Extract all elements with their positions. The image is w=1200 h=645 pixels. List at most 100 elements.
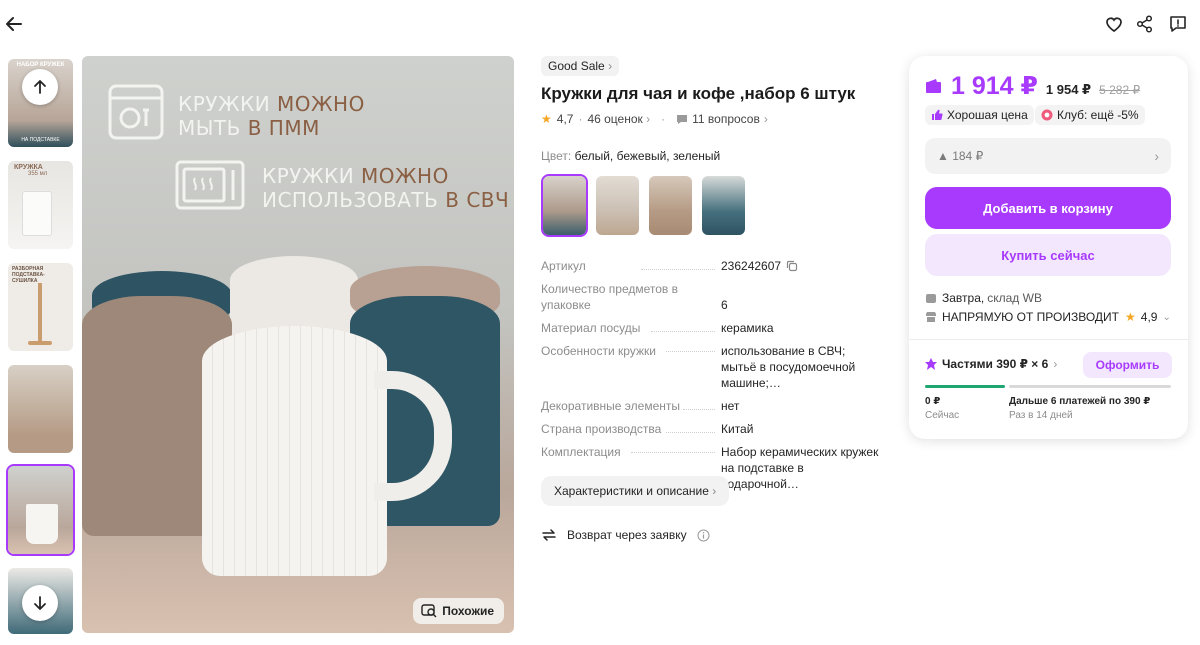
spec-row: Артикул 236242607 <box>541 258 886 274</box>
color-swatch-3[interactable] <box>647 174 694 237</box>
star-icon: ★ <box>541 112 552 126</box>
questions-link[interactable]: 11 вопросов › <box>676 112 768 126</box>
pay-now-amount: 0 ₽ <box>925 396 941 407</box>
color-label-row: Цвет: белый, бежевый, зеленый <box>541 149 720 163</box>
back-button[interactable] <box>0 10 28 38</box>
progress-bar-now <box>925 385 1005 388</box>
dishwasher-icon <box>108 84 164 140</box>
thumbnail-sub: НА ПОДСТАВКЕ <box>21 137 60 143</box>
spec-value: 236242607 <box>721 259 782 273</box>
color-swatch-2[interactable] <box>594 174 641 237</box>
brand-name: Good Sale <box>548 59 605 73</box>
spec-row: Особенности кружки использование в СВЧ; … <box>541 343 886 391</box>
specs-list: Артикул 236242607 Количество предметов в… <box>541 258 886 499</box>
spec-key: Материал посуды <box>541 321 641 335</box>
pay-later-amount: Дальше 6 платежей по 390 ₽ <box>1009 396 1151 407</box>
club-badge[interactable]: Клуб: ещё -5% <box>1035 105 1145 125</box>
chevron-right-icon: › <box>608 59 613 73</box>
promo-dishwasher-text: КРУЖКИ МОЖНО МЫТЬ В ПММ <box>178 92 365 140</box>
discount-row[interactable]: ▲ 184 ₽ › <box>925 138 1171 174</box>
spec-value: использование в СВЧ; мытьё в посудомоечн… <box>721 344 856 390</box>
delivery-info: Завтра, склад WB <box>925 291 1042 305</box>
spec-row: Количество предметов в упаковке 6 <box>541 281 886 313</box>
copy-icon[interactable] <box>786 260 798 272</box>
main-product-image[interactable]: КРУЖКИ МОЖНО МЫТЬ В ПММ КРУЖКИ МОЖНО ИСП… <box>82 56 514 633</box>
arrow-up-icon <box>34 80 46 94</box>
spec-key: Артикул <box>541 259 586 273</box>
star-icon: ★ <box>1125 310 1136 324</box>
thumbnail-caption: НАБОР КРУЖЕК <box>16 62 65 68</box>
share-icon <box>1136 15 1153 33</box>
return-text: Возврат через заявку <box>567 528 687 542</box>
good-price-label: Хорошая цена <box>947 108 1028 122</box>
return-arrows-icon <box>542 529 556 541</box>
installment-icon <box>925 358 937 370</box>
thumbnails-down-button[interactable] <box>22 585 58 621</box>
pay-later: Дальше 6 платежей по 390 ₽ Раз в 14 дней <box>1009 395 1150 423</box>
arrow-left-icon <box>6 17 22 31</box>
thumbnail-5[interactable] <box>6 464 75 556</box>
seller-info[interactable]: НАПРЯМУЮ ОТ ПРОИЗВОДИТЕЛЯ ★ 4,9 ⌄ <box>925 310 1175 324</box>
color-value: белый, бежевый, зеленый <box>574 149 721 163</box>
favorite-button[interactable] <box>1100 10 1128 38</box>
color-label: Цвет: <box>541 149 572 163</box>
color-swatch-1[interactable] <box>541 174 588 237</box>
price-main: 1 914 ₽ <box>951 72 1038 100</box>
characteristics-label: Характеристики и описание <box>554 484 709 498</box>
store-icon <box>926 312 936 322</box>
reviews-link[interactable]: 46 оценок › <box>587 112 650 126</box>
pay-later-label: Раз в 14 дней <box>1009 410 1073 421</box>
rating-value: 4,7 <box>556 112 574 126</box>
spec-row: Материал посуды керамика <box>541 320 886 336</box>
share-button[interactable] <box>1131 10 1159 38</box>
good-price-badge[interactable]: Хорошая цена <box>925 105 1034 125</box>
thumbnails-up-button[interactable] <box>22 69 58 105</box>
delivery-warehouse: склад WB <box>987 291 1042 305</box>
characteristics-button[interactable]: Характеристики и описание › <box>541 476 730 506</box>
spec-row: Страна производства Китай <box>541 421 886 437</box>
spec-value: керамика <box>721 321 774 335</box>
club-icon <box>1041 109 1053 121</box>
spec-key: Количество предметов в упаковке <box>541 282 679 312</box>
wallet-icon <box>926 79 941 93</box>
arrow-down-icon <box>34 596 46 610</box>
report-button[interactable] <box>1164 10 1192 38</box>
similar-button[interactable]: Похожие <box>413 598 504 624</box>
price-secondary: 1 954 ₽ <box>1045 82 1092 97</box>
spec-row: Декоративные элементы нет <box>541 398 886 414</box>
spec-value: Набор керамических кружек на подставке в… <box>721 445 879 491</box>
installment-link[interactable]: Частями 390 ₽ × 6 › <box>925 357 1057 371</box>
buy-now-button[interactable]: Купить сейчас <box>925 234 1171 276</box>
seller-rating: 4,9 <box>1140 310 1158 324</box>
similar-search-icon <box>421 604 437 618</box>
buy-card: 1 914 ₽ 1 954 ₽ 5 282 ₽ Хорошая цена Клу… <box>909 56 1188 439</box>
thumbnail-sub: 355 мл <box>28 171 48 177</box>
promo-microwave-text: КРУЖКИ МОЖНО ИСПОЛЬЗОВАТЬ В СВЧ <box>262 164 510 212</box>
installment-label: Частями 390 ₽ × 6 <box>942 357 1049 371</box>
progress-bar-later <box>1009 385 1171 388</box>
delivery-date: Завтра, <box>942 291 985 305</box>
color-swatch-4[interactable] <box>700 174 747 237</box>
thumbnail-4[interactable] <box>6 363 75 455</box>
pay-now: 0 ₽ Сейчас <box>925 395 959 423</box>
add-to-cart-button[interactable]: Добавить в корзину <box>925 187 1171 229</box>
pay-now-label: Сейчас <box>925 410 960 421</box>
discount-value: ▲ 184 ₽ <box>937 149 984 163</box>
chevron-down-icon: ⌄ <box>1162 311 1171 323</box>
thumbnail-3[interactable]: РАЗБОРНАЯ ПОДСТАВКА-СУШИЛКА <box>6 261 75 353</box>
thumbnail-2[interactable]: КРУЖКА 355 мл <box>6 159 75 251</box>
club-label: Клуб: ещё -5% <box>1057 108 1139 122</box>
checkout-installment-button[interactable]: Оформить <box>1083 352 1172 378</box>
thumbs-up-icon <box>932 109 943 121</box>
info-icon[interactable] <box>697 529 710 542</box>
spec-value: Китай <box>721 422 754 436</box>
microwave-icon <box>175 160 245 210</box>
price-old: 5 282 ₽ <box>1099 83 1141 97</box>
spec-key: Особенности кружки <box>541 344 656 358</box>
product-title: Кружки для чая и кофе ,набор 6 штук <box>541 84 856 103</box>
seller-name: НАПРЯМУЮ ОТ ПРОИЗВОДИТЕЛЯ <box>942 310 1120 324</box>
box-icon <box>926 294 936 303</box>
brand-link[interactable]: Good Sale › <box>541 56 620 76</box>
heart-icon <box>1106 17 1122 33</box>
message-alert-icon <box>1170 16 1186 32</box>
